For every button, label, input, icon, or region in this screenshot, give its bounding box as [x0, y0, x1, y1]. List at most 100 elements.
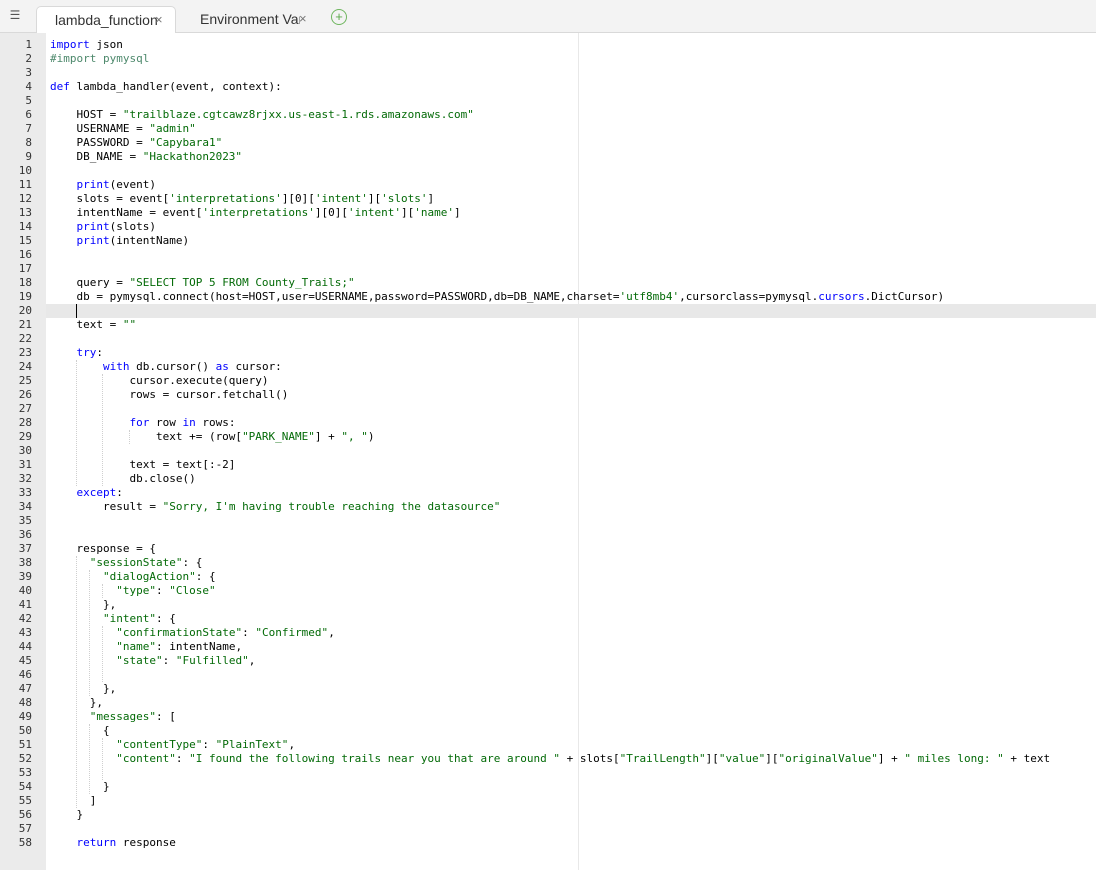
- line-number: 24: [18, 360, 32, 373]
- code-text: "contentType": "PlainText",: [50, 738, 295, 752]
- code-text: db = pymysql.connect(host=HOST,user=USER…: [50, 290, 944, 304]
- code-token: "Fulfilled": [175, 654, 249, 667]
- code-token: with: [102, 360, 130, 373]
- plus-circle-icon[interactable]: +: [331, 9, 347, 25]
- code-token: "confirmationState": [116, 626, 243, 639]
- line-number: 9: [25, 150, 32, 163]
- code-token: "PARK_NAME": [242, 430, 315, 443]
- active-line-highlight: [46, 304, 1096, 318]
- code-token: try: [76, 346, 97, 359]
- code-token: 'slots': [381, 192, 428, 205]
- line-number: 19: [18, 290, 32, 303]
- tab-lambda-function[interactable]: lambda_function ×: [36, 6, 176, 33]
- tab-environment-variables[interactable]: Environment Var ×: [182, 6, 312, 32]
- line-number: 18: [18, 276, 32, 289]
- line-number: 12: [18, 192, 32, 205]
- line-number: 17: [18, 262, 32, 275]
- close-icon[interactable]: ×: [155, 7, 163, 33]
- code-token: "Confirmed": [255, 626, 329, 639]
- code-token: "contentType": [116, 738, 203, 751]
- code-text: result = "Sorry, I'm having trouble reac…: [50, 500, 500, 514]
- code-token: "intent": [102, 612, 156, 625]
- line-number: 32: [18, 472, 32, 485]
- code-token: " miles long: ": [904, 752, 1004, 765]
- line-number: 50: [18, 724, 32, 737]
- code-token: ,: [288, 738, 296, 751]
- code-token: ]: [454, 206, 461, 219]
- print-margin: [578, 33, 579, 870]
- code-token: db.close(): [50, 472, 196, 485]
- code-token: query =: [50, 276, 130, 289]
- code-token: "": [122, 318, 137, 331]
- line-number: 57: [18, 822, 32, 835]
- code-text: text += (row["PARK_NAME"] + ", "): [50, 430, 375, 444]
- code-token: print: [76, 220, 110, 233]
- line-number: 49: [18, 710, 32, 723]
- code-token: :: [175, 752, 190, 765]
- code-token: json: [89, 38, 123, 51]
- code-text: DB_NAME = "Hackathon2023": [50, 150, 242, 164]
- code-token: 'name': [414, 206, 455, 219]
- code-token: }: [50, 780, 110, 793]
- close-icon[interactable]: ×: [299, 6, 307, 32]
- line-number: 54: [18, 780, 32, 793]
- code-token: "type": [116, 584, 156, 597]
- code-token: :: [242, 626, 256, 639]
- code-token: : {: [155, 612, 176, 625]
- code-text: "confirmationState": "Confirmed",: [50, 626, 335, 640]
- code-token: "content": [116, 752, 176, 765]
- code-text: PASSWORD = "Capybara1": [50, 136, 222, 150]
- code-token: 'interpretations': [169, 192, 282, 205]
- code-token: (slots): [109, 220, 156, 233]
- code-text: def lambda_handler(event, context):: [50, 80, 282, 94]
- code-text: USERNAME = "admin": [50, 122, 195, 136]
- code-token: ][0][: [314, 206, 349, 219]
- code-text: import json: [50, 38, 123, 52]
- code-token: "Sorry, I'm having trouble reaching the …: [162, 500, 501, 513]
- code-token: :: [96, 346, 103, 359]
- code-token: : {: [182, 556, 203, 569]
- line-number: 51: [18, 738, 32, 751]
- code-token: lambda_handler(event, context):: [69, 80, 282, 93]
- line-number: 11: [18, 178, 32, 191]
- code-token: ", ": [341, 430, 368, 443]
- line-number: 27: [18, 402, 32, 415]
- code-token: }: [50, 808, 84, 821]
- code-text: },: [50, 682, 116, 696]
- line-number: 38: [18, 556, 32, 569]
- list-menu-icon[interactable]: ☰: [8, 9, 22, 21]
- code-token: ][: [367, 192, 382, 205]
- line-number: 37: [18, 542, 32, 555]
- code-token: 'interpretations': [202, 206, 315, 219]
- line-number: 36: [18, 528, 32, 541]
- line-number: 53: [18, 766, 32, 779]
- line-number: 33: [18, 486, 32, 499]
- code-token: 'intent': [348, 206, 402, 219]
- code-token: print: [76, 234, 110, 247]
- code-token: ,: [248, 654, 256, 667]
- code-token: ][: [765, 752, 779, 765]
- line-number: 4: [25, 80, 32, 93]
- line-number: 39: [18, 570, 32, 583]
- line-number: 3: [25, 66, 32, 79]
- code-token: result =: [50, 500, 163, 513]
- code-text: return response: [50, 836, 176, 850]
- code-text: response = {: [50, 542, 155, 556]
- code-token: cursor:: [228, 360, 282, 373]
- editor-tab-bar: ☰ lambda_function × Environment Var × +: [0, 0, 1096, 33]
- code-token: ][: [401, 206, 415, 219]
- line-number: 48: [18, 696, 32, 709]
- code-text: "intent": {: [50, 612, 176, 626]
- code-token: },: [50, 696, 103, 709]
- code-token: ][0][: [281, 192, 315, 205]
- line-number: 20: [18, 304, 32, 317]
- code-token: ] +: [877, 752, 905, 765]
- line-number: 42: [18, 612, 32, 625]
- code-editor[interactable]: 1 import json 2 #import pymysql 3 4 def lambda…: [0, 33, 1096, 870]
- code-token: "sessionState": [89, 556, 183, 569]
- line-number: 30: [18, 444, 32, 457]
